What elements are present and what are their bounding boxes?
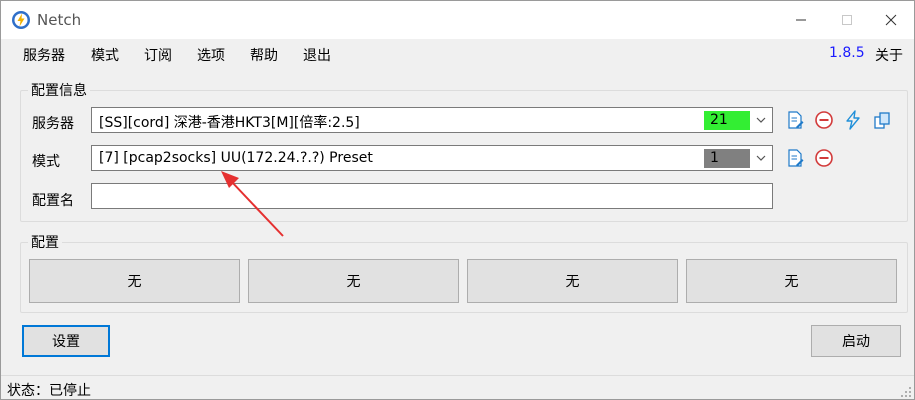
settings-button[interactable]: 设置 <box>22 325 110 357</box>
delete-mode-button[interactable] <box>813 147 835 169</box>
copy-link-button[interactable] <box>871 109 893 131</box>
netch-app-icon <box>12 11 30 29</box>
config-info-title: 配置信息 <box>28 80 90 100</box>
netch-window: Netch 服务器 模式 订阅 选项 帮助 退出 1.8.5 关于 配置信息 服… <box>0 0 915 400</box>
edit-mode-button[interactable] <box>784 147 806 169</box>
menu-server[interactable]: 服务器 <box>23 45 65 65</box>
server-label: 服务器 <box>32 116 74 132</box>
status-bar: 状态：已停止 <box>1 375 914 400</box>
profile-name-input[interactable] <box>91 183 773 209</box>
server-latency-badge: 21 <box>704 111 750 130</box>
server-selected-value: [SS][cord] 深港-香港HKT3[M][倍率:2.5] <box>99 115 360 131</box>
minimize-button[interactable] <box>778 1 824 39</box>
maximize-icon <box>842 15 852 25</box>
start-button[interactable]: 启动 <box>811 325 901 357</box>
delete-server-button[interactable] <box>813 109 835 131</box>
speed-test-button[interactable] <box>842 109 864 131</box>
mode-label: 模式 <box>32 154 60 170</box>
copy-icon <box>874 112 890 129</box>
mode-id-badge: 1 <box>704 149 750 168</box>
version-link[interactable]: 1.8.5 <box>829 45 865 61</box>
profile-slot-1[interactable]: 无 <box>29 259 240 303</box>
server-dropdown-arrow[interactable] <box>750 108 772 132</box>
profile-name-label: 配置名 <box>32 193 74 209</box>
maximize-button[interactable] <box>824 1 870 39</box>
menu-exit[interactable]: 退出 <box>303 45 331 65</box>
mode-combobox[interactable]: [7] [pcap2socks] UU(172.24.?.?) Preset 1 <box>91 145 773 171</box>
profile-slot-3[interactable]: 无 <box>467 259 678 303</box>
minimize-icon <box>796 19 806 21</box>
profiles-title: 配置 <box>28 232 62 252</box>
menu-options[interactable]: 选项 <box>197 45 225 65</box>
menu-about[interactable]: 关于 <box>875 45 903 65</box>
speed-test-icon <box>846 110 860 130</box>
delete-icon <box>815 149 833 167</box>
profile-slot-2[interactable]: 无 <box>248 259 459 303</box>
menu-subscription[interactable]: 订阅 <box>144 45 172 65</box>
delete-icon <box>815 111 833 129</box>
menu-mode[interactable]: 模式 <box>91 45 119 65</box>
window-title: Netch <box>37 11 82 29</box>
menu-bar: 服务器 模式 订阅 选项 帮助 退出 1.8.5 关于 <box>1 39 914 69</box>
status-text: 状态：已停止 <box>7 383 91 399</box>
close-button[interactable] <box>868 1 914 39</box>
title-bar: Netch <box>1 1 914 39</box>
edit-icon <box>788 111 804 129</box>
menu-help[interactable]: 帮助 <box>250 45 278 65</box>
edit-server-button[interactable] <box>784 109 806 131</box>
chevron-down-icon <box>756 117 766 123</box>
resize-grip-icon[interactable] <box>900 386 912 398</box>
mode-dropdown-arrow[interactable] <box>750 146 772 170</box>
chevron-down-icon <box>756 155 766 161</box>
close-icon <box>885 14 897 26</box>
mode-selected-value: [7] [pcap2socks] UU(172.24.?.?) Preset <box>99 150 373 166</box>
server-combobox[interactable]: [SS][cord] 深港-香港HKT3[M][倍率:2.5] 21 <box>91 107 773 133</box>
edit-icon <box>788 149 804 167</box>
profile-slot-4[interactable]: 无 <box>686 259 897 303</box>
